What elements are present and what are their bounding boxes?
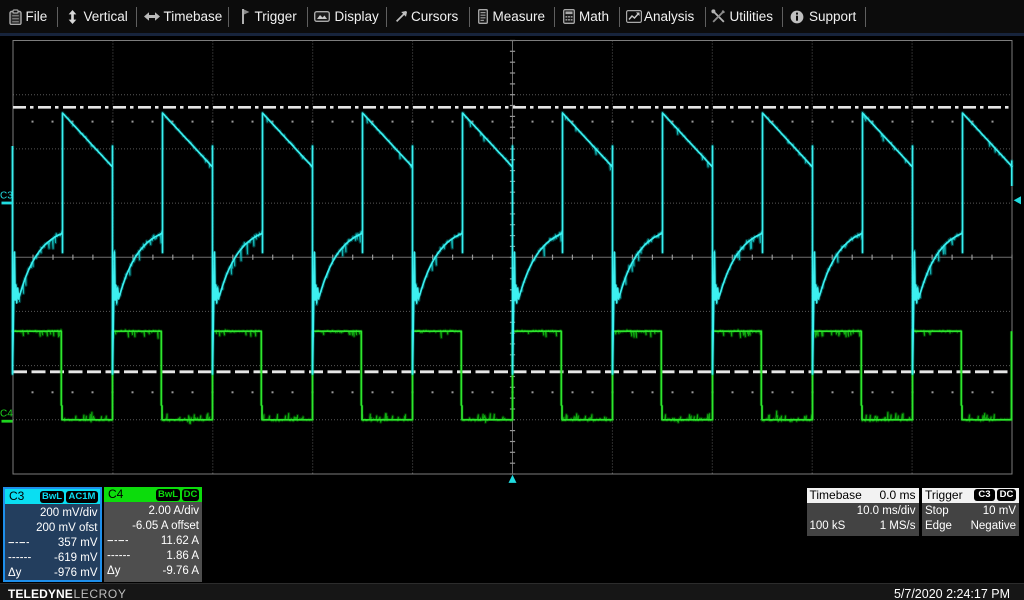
- svg-text:C3: C3: [0, 191, 13, 202]
- svg-text:C4: C4: [0, 409, 13, 420]
